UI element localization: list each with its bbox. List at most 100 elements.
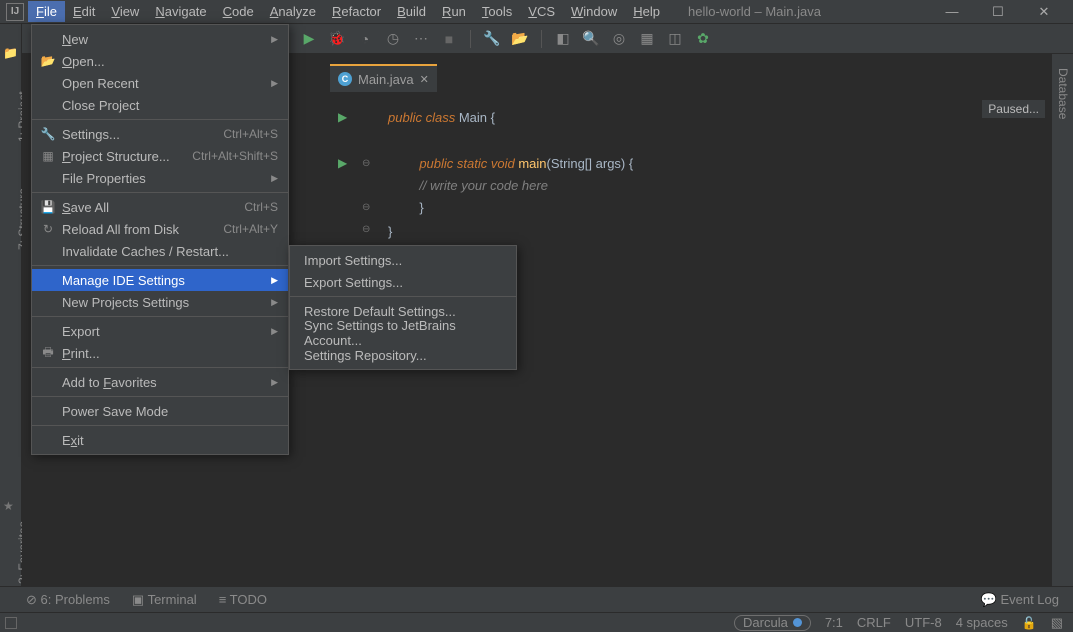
code-line[interactable]: // write your code here: [388, 178, 548, 194]
status-bar: Darcula 7:1 CRLF UTF-8 4 spaces 🔓 ▧: [0, 612, 1073, 632]
code-line[interactable]: public class Main {: [388, 110, 495, 126]
submenu-sync-settings-to-jetbrains-account[interactable]: Sync Settings to JetBrains Account...: [290, 322, 516, 344]
menu-shortcut: Ctrl+S: [244, 200, 278, 214]
file-menu-file-properties[interactable]: File Properties▶: [32, 167, 288, 189]
menu-separator: [32, 425, 288, 426]
code-line[interactable]: }: [388, 224, 392, 240]
submenu-arrow-icon: ▶: [271, 297, 278, 308]
separator: [541, 30, 542, 48]
menu-item-icon: ↻: [40, 222, 56, 236]
manage-ide-settings-submenu: Import Settings...Export Settings...Rest…: [289, 245, 517, 370]
menu-separator: [32, 192, 288, 193]
problems-button[interactable]: ⊘ 6: Problems: [26, 592, 110, 608]
profile-icon[interactable]: ◷: [384, 30, 402, 48]
menu-refactor[interactable]: Refactor: [324, 1, 389, 22]
wrench-icon[interactable]: 🔧: [483, 30, 501, 48]
menu-navigate[interactable]: Navigate: [147, 1, 214, 22]
sync-icon[interactable]: ◎: [610, 30, 628, 48]
file-menu-close-project[interactable]: Close Project: [32, 94, 288, 116]
menu-separator: [290, 296, 516, 297]
menu-tools[interactable]: Tools: [474, 1, 520, 22]
menu-vcs[interactable]: VCS: [520, 1, 563, 22]
theme-selector[interactable]: Darcula: [734, 615, 811, 631]
menu-separator: [32, 316, 288, 317]
file-encoding[interactable]: UTF-8: [905, 615, 942, 630]
menu-build[interactable]: Build: [389, 1, 434, 22]
menu-code[interactable]: Code: [215, 1, 262, 22]
menu-shortcut: Ctrl+Alt+Y: [223, 222, 278, 236]
file-menu-new-projects-settings[interactable]: New Projects Settings▶: [32, 291, 288, 313]
menu-item-label: New: [62, 32, 88, 47]
tab-close-icon[interactable]: ✕: [420, 73, 429, 86]
menu-item-label: Project Structure...: [62, 149, 170, 164]
app-logo-icon: IJ: [6, 3, 24, 21]
memory-indicator-icon[interactable]: ▧: [1051, 615, 1063, 631]
menu-shortcut: Ctrl+Alt+S: [223, 127, 278, 141]
file-menu-print[interactable]: 🖶Print...: [32, 342, 288, 364]
window-close-button[interactable]: ✕: [1035, 4, 1053, 20]
separator: [470, 30, 471, 48]
eventlog-button[interactable]: 💬 Event Log: [981, 592, 1059, 608]
gutter-run-icon[interactable]: ▶: [338, 156, 347, 170]
tool-window-quick-access-icon[interactable]: [5, 617, 17, 629]
menu-edit[interactable]: Edit: [65, 1, 103, 22]
file-menu-open[interactable]: 📂Open...: [32, 50, 288, 72]
file-menu-manage-ide-settings[interactable]: Manage IDE Settings▶: [32, 269, 288, 291]
file-menu-dropdown: New▶📂Open...Open Recent▶Close Project🔧Se…: [31, 24, 289, 455]
line-separator[interactable]: CRLF: [857, 615, 891, 630]
menu-separator: [32, 367, 288, 368]
menu-item-icon: ▦: [40, 149, 56, 163]
puzzle-icon[interactable]: ✿: [694, 30, 712, 48]
run-icon[interactable]: ▶: [300, 30, 318, 48]
file-menu-open-recent[interactable]: Open Recent ▶: [32, 72, 288, 94]
file-menu-settings[interactable]: 🔧Settings...Ctrl+Alt+S: [32, 123, 288, 145]
menu-file[interactable]: File: [28, 1, 65, 22]
file-menu-export[interactable]: Export▶: [32, 320, 288, 342]
toolwindow-database[interactable]: Database: [1056, 68, 1070, 119]
window-minimize-button[interactable]: —: [943, 4, 961, 20]
attach-icon[interactable]: ⋯: [412, 30, 430, 48]
code-line[interactable]: }: [388, 200, 424, 216]
palette-icon[interactable]: ▦: [638, 30, 656, 48]
left-tool-strip: 📁 1: Project 7: Structure ★ 2: Favorites: [0, 24, 22, 606]
caret-position[interactable]: 7:1: [825, 615, 843, 630]
submenu-import-settings[interactable]: Import Settings...: [290, 249, 516, 271]
menu-item-label: Exit: [62, 433, 84, 448]
submenu-arrow-icon: ▶: [271, 78, 278, 89]
editor-tab-label: Main.java: [358, 72, 414, 87]
file-menu-new[interactable]: New▶: [32, 28, 288, 50]
todo-button[interactable]: ≡ TODO: [219, 592, 267, 607]
menu-item-label: Reload All from Disk: [62, 222, 179, 237]
terminal-button[interactable]: ▣ Terminal: [132, 592, 197, 608]
editor-tab[interactable]: C Main.java ✕: [330, 64, 437, 92]
file-menu-reload-all-from-disk[interactable]: ↻ Reload All from Disk Ctrl+Alt+Y: [32, 218, 288, 240]
indent-settings[interactable]: 4 spaces: [956, 615, 1008, 630]
open-icon[interactable]: 📂: [511, 30, 529, 48]
file-menu-project-structure[interactable]: ▦Project Structure...Ctrl+Alt+Shift+S: [32, 145, 288, 167]
debug-icon[interactable]: 🐞: [328, 30, 346, 48]
file-menu-exit[interactable]: Exit: [32, 429, 288, 451]
menu-item-label: Open...: [62, 54, 105, 69]
readonly-lock-icon[interactable]: 🔓: [1022, 616, 1037, 630]
menu-window[interactable]: Window: [563, 1, 625, 22]
window-maximize-button[interactable]: ☐: [989, 4, 1007, 20]
file-menu-save-all[interactable]: 💾Save AllCtrl+S: [32, 196, 288, 218]
gutter-run-icon[interactable]: ▶: [338, 110, 347, 124]
right-tool-strip: Database: [1051, 54, 1073, 606]
stop-icon[interactable]: ■: [440, 30, 458, 48]
layout-icon[interactable]: ◧: [554, 30, 572, 48]
code-line[interactable]: public static void main(String[] args) {: [388, 156, 633, 172]
menu-run[interactable]: Run: [434, 1, 474, 22]
submenu-export-settings[interactable]: Export Settings...: [290, 271, 516, 293]
file-menu-add-to-favorites[interactable]: Add to Favorites▶: [32, 371, 288, 393]
menu-item-label: Add to Favorites: [62, 375, 157, 390]
menu-help[interactable]: Help: [625, 1, 668, 22]
file-menu-invalidate-caches-restart[interactable]: Invalidate Caches / Restart...: [32, 240, 288, 262]
coverage-icon[interactable]: ◔: [356, 30, 374, 48]
file-menu-power-save-mode[interactable]: Power Save Mode: [32, 400, 288, 422]
menu-view[interactable]: View: [103, 1, 147, 22]
diff-icon[interactable]: ◫: [666, 30, 684, 48]
menu-item-label: Open Recent: [62, 76, 139, 91]
search-icon[interactable]: 🔍: [582, 30, 600, 48]
menu-analyze[interactable]: Analyze: [262, 1, 324, 22]
